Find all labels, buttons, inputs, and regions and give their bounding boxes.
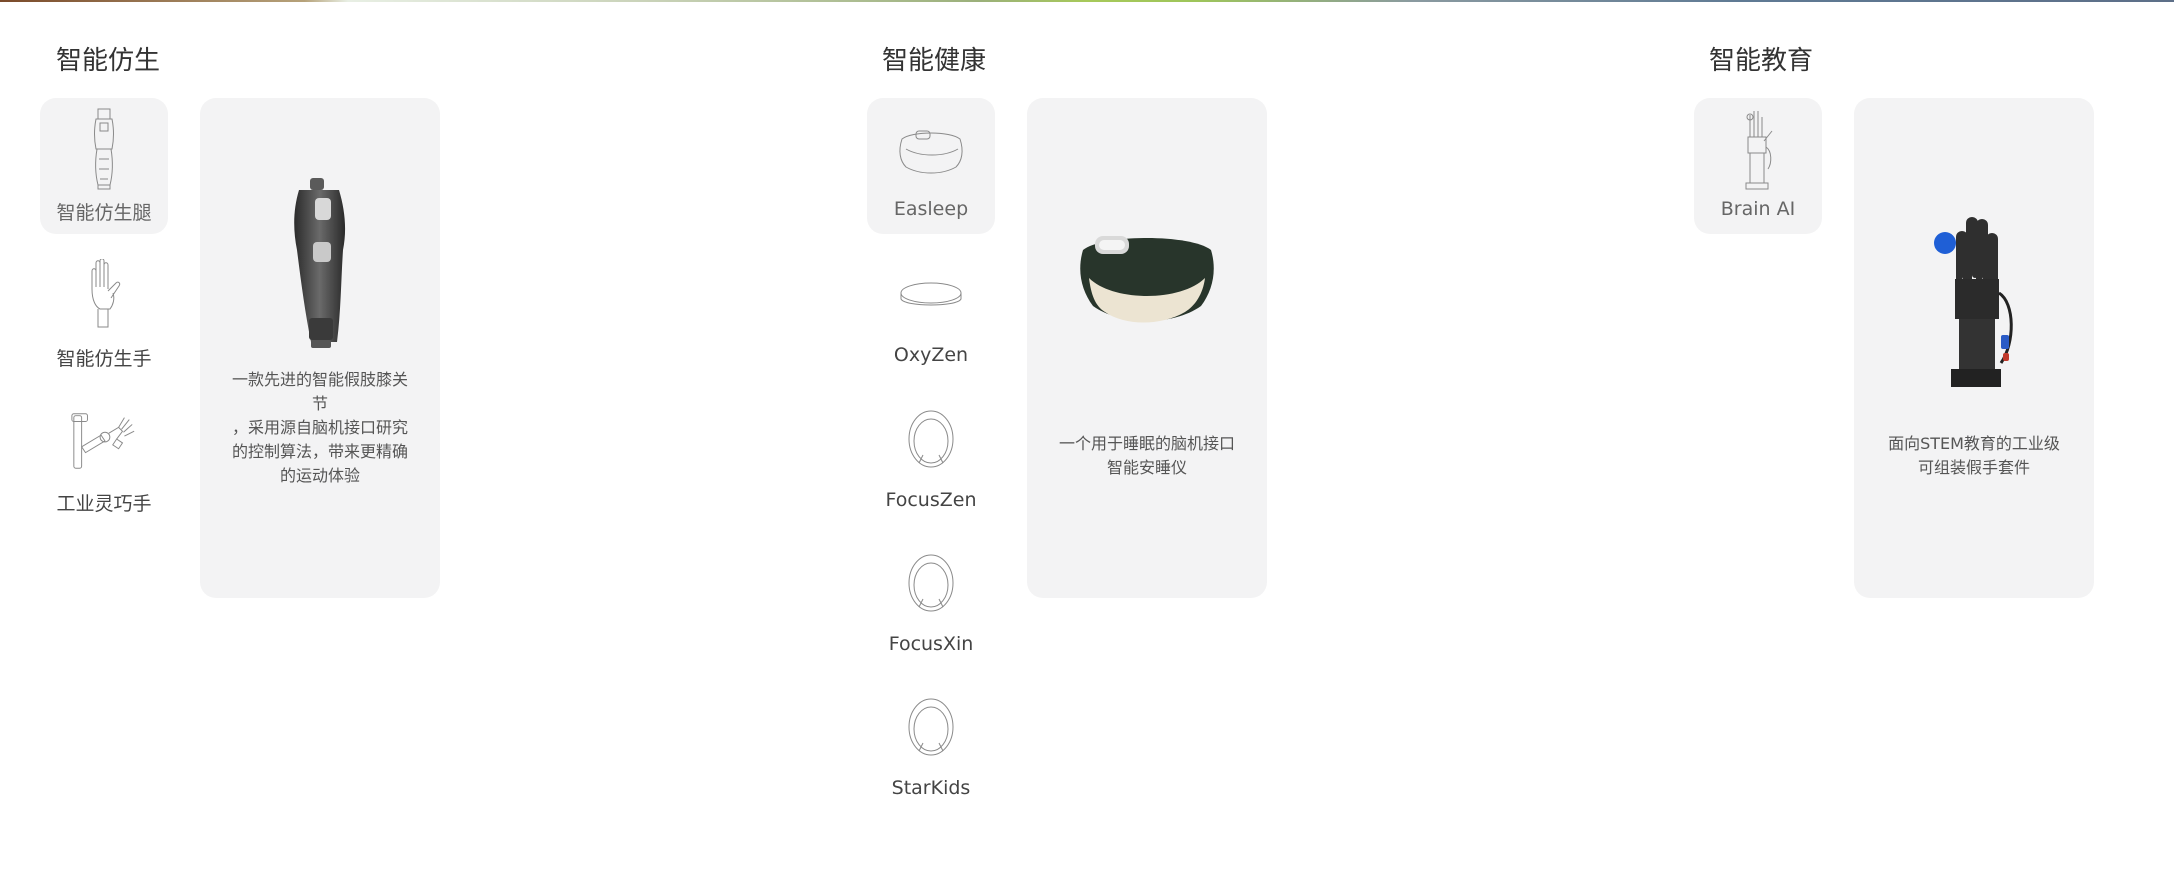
neckband-icon [895,541,967,627]
product-tab-starkids[interactable]: StarKids [867,677,995,813]
top-gradient-bar [0,0,2174,2]
product-tab-label: 工业灵巧手 [56,493,152,515]
product-description: 一个用于睡眠的脑机接口 智能安睡仪 [1058,434,1235,477]
product-description: 一款先进的智能假肢膝关节 ，采用源自脑机接口研究的控制算法，带来更精确的运动体验 [231,370,408,485]
product-tab-oxyzen[interactable]: OxyZen [867,244,995,380]
neckband-icon [895,397,967,483]
product-tab-label: Easleep [893,198,969,220]
product-tab-label: FocusXin [888,633,974,655]
product-tab-dexterous-hand[interactable]: 工业灵巧手 [40,389,168,525]
sleep-headband-image [1027,98,1267,418]
product-card-health[interactable]: 一个用于睡眠的脑机接口 智能安睡仪 [1027,98,1267,598]
product-tab-brain-ai[interactable]: Brain AI [1694,98,1822,234]
robotic-hand-icon [1722,106,1794,192]
section-title: 智能仿生 [56,46,161,76]
product-tab-focusxin[interactable]: FocusXin [867,533,995,669]
product-tab-label: StarKids [891,777,971,799]
product-description: 面向STEM教育的工业级 可组装假手套件 [1888,434,2060,477]
section-title: 智能健康 [882,46,987,76]
product-tab-focuszen[interactable]: FocusZen [867,389,995,525]
headband-icon [895,252,967,338]
product-card-education[interactable]: 面向STEM教育的工业级 可组装假手套件 [1854,98,2094,598]
sleep-headband-icon [895,106,967,192]
bionic-knee-image [200,98,440,368]
product-tab-label: OxyZen [893,344,969,366]
product-tab-label: Brain AI [1720,198,1796,220]
product-card-bionic[interactable]: 一款先进的智能假肢膝关节 ，采用源自脑机接口研究的控制算法，带来更精确的运动体验 [200,98,440,598]
neckband-icon [895,685,967,771]
product-tab-easleep[interactable]: Easleep [867,98,995,234]
robotic-hand-kit-image [1854,98,2094,418]
product-tab-label: 智能仿生手 [56,348,152,370]
section-title: 智能教育 [1709,46,1814,76]
product-tab-label: FocusZen [885,489,977,511]
product-tab-label: 智能仿生腿 [56,202,152,224]
dexterous-hand-icon [68,397,140,483]
product-tab-bionic-hand[interactable]: 智能仿生手 [40,244,168,380]
product-tab-bionic-leg[interactable]: 智能仿生腿 [40,98,168,234]
bionic-leg-icon [68,106,140,192]
bionic-hand-icon [68,252,140,338]
